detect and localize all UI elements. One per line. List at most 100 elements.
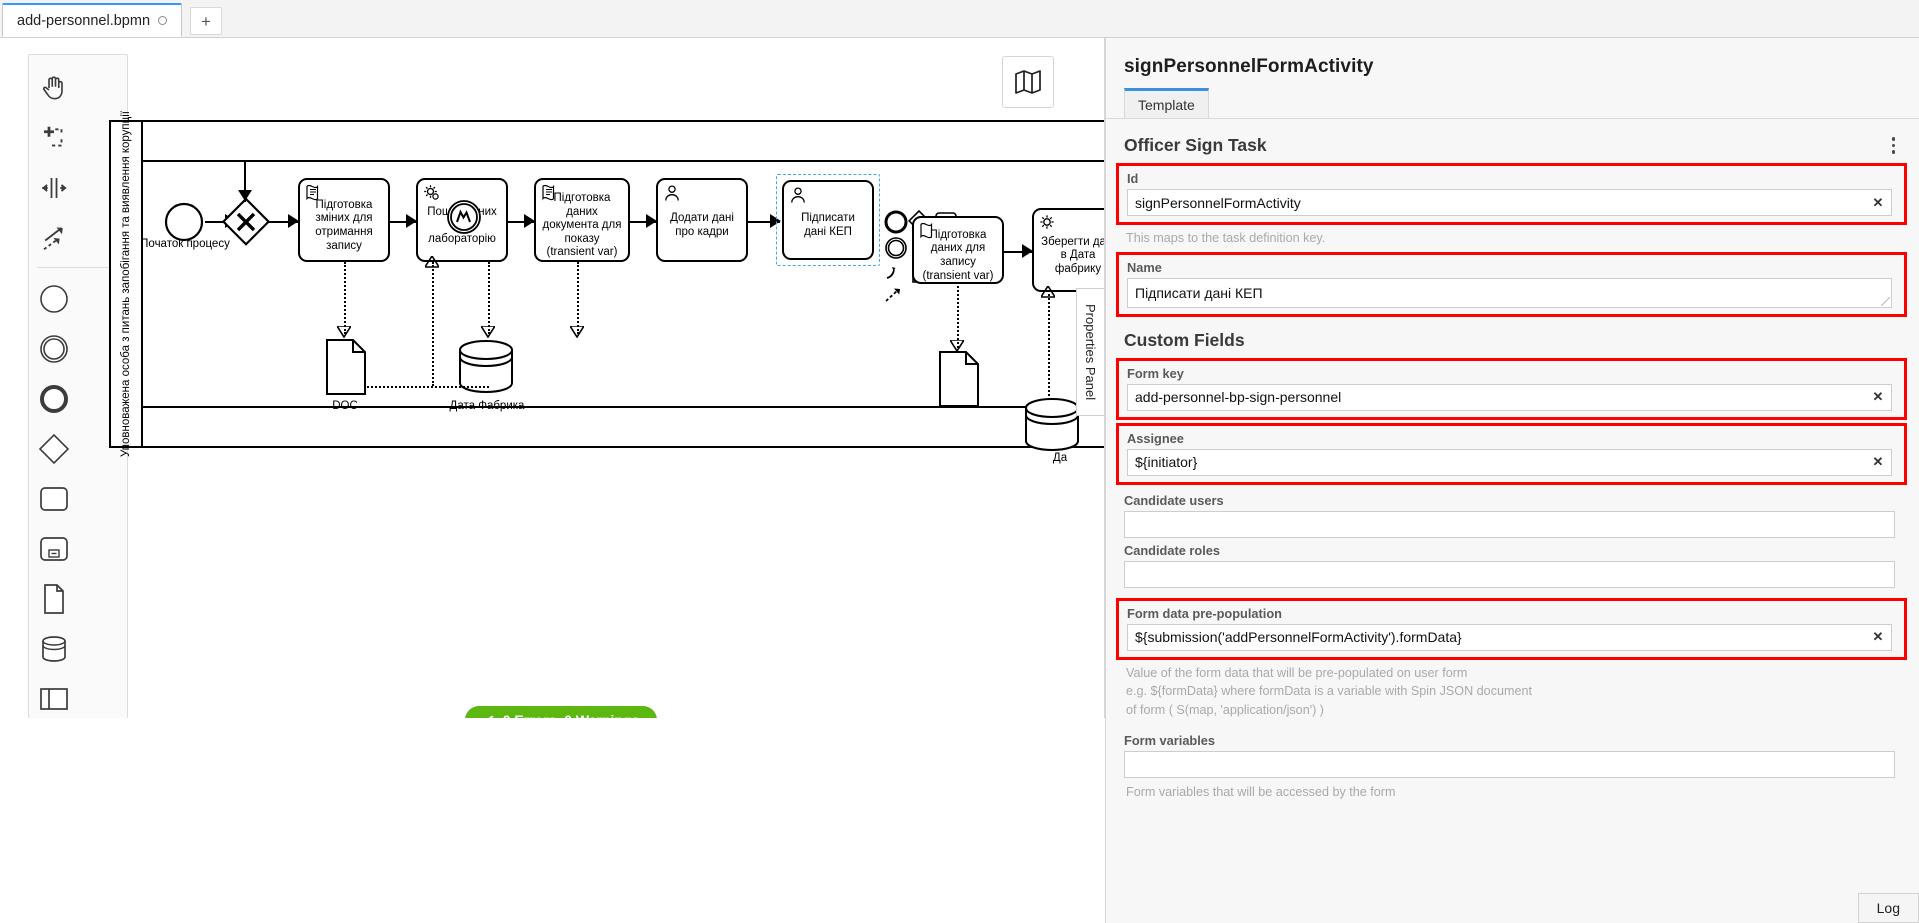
- arrow-head-down: [337, 326, 351, 338]
- data-store-right-label: Да: [1052, 452, 1068, 464]
- participant-icon[interactable]: [29, 674, 79, 718]
- data-object-right[interactable]: [938, 350, 980, 408]
- context-pad-append-icon[interactable]: [882, 284, 908, 306]
- field-form-data-prepopulation-clear-icon[interactable]: ✕: [1865, 629, 1891, 645]
- context-pad-end-event-icon[interactable]: [884, 210, 908, 234]
- start-event[interactable]: [163, 201, 205, 243]
- field-form-key-clear-icon[interactable]: ✕: [1865, 389, 1891, 405]
- map-icon: [1015, 70, 1041, 94]
- kebab-menu-icon[interactable]: [1891, 137, 1895, 154]
- task-prepare-doc-data[interactable]: Підготовка даних документа для показу (t…: [534, 178, 630, 262]
- field-form-variables-label: Form variables: [1124, 733, 1216, 749]
- context-pad-connect-icon[interactable]: [882, 262, 908, 284]
- association-db2-t7: [1048, 294, 1050, 400]
- field-form-data-prepopulation-value: ${submission('addPersonnelFormActivity')…: [1135, 629, 1462, 646]
- field-form-data-prepopulation-input[interactable]: ${submission('addPersonnelFormActivity')…: [1127, 623, 1892, 651]
- data-object-doc-label: DOC: [332, 400, 358, 412]
- file-tab-label: add-personnel.bpmn: [17, 12, 151, 29]
- file-tab-add-personnel[interactable]: add-personnel.bpmn: [2, 3, 183, 37]
- field-name[interactable]: Name Підписати дані КЕП: [1116, 251, 1907, 317]
- tab-template[interactable]: Template: [1124, 88, 1209, 118]
- task-label: Зберегти дані в Дата фабрику: [1041, 235, 1105, 275]
- field-name-resize-handle[interactable]: [1881, 296, 1890, 306]
- intermediate-event-icon[interactable]: [29, 324, 79, 374]
- start-event-icon[interactable]: [29, 274, 79, 324]
- editor-tab-bar: add-personnel.bpmn +: [0, 0, 1919, 38]
- palette-divider: [37, 267, 119, 268]
- field-assignee-input[interactable]: ${initiator} ✕: [1127, 448, 1892, 476]
- service-task-icon: [424, 185, 439, 200]
- service-task-icon: [1040, 215, 1054, 229]
- data-store-icon[interactable]: [29, 624, 79, 674]
- field-form-variables-help: Form variables that will be accessed by …: [1126, 785, 1396, 800]
- properties-panel: signPersonnelFormActivity Template Offic…: [1105, 38, 1919, 923]
- data-object-icon[interactable]: [29, 574, 79, 624]
- field-form-variables[interactable]: Form variables: [1106, 728, 1919, 779]
- data-store-right[interactable]: [1022, 396, 1084, 454]
- task-label: Підготовка даних документа для показу (t…: [542, 192, 622, 259]
- association-vertical-mid: [432, 262, 434, 386]
- field-candidate-roles-input[interactable]: [1124, 560, 1895, 588]
- properties-tabs[interactable]: Template: [1106, 88, 1919, 119]
- global-connect-tool-icon[interactable]: [29, 213, 79, 263]
- association-t1-doc: [344, 262, 346, 334]
- field-candidate-users[interactable]: Candidate users: [1106, 488, 1919, 538]
- unsaved-indicator-icon: [158, 16, 168, 25]
- task-label: Додати дані про кадри: [670, 212, 734, 238]
- hand-tool-icon[interactable]: [29, 63, 79, 113]
- new-tab-label: +: [201, 11, 211, 31]
- pool-header: Уповноважена особа з питань запобігання …: [111, 111, 143, 457]
- field-id[interactable]: Id signPersonnelFormActivity ✕: [1116, 163, 1907, 225]
- arrow-head-down: [481, 326, 495, 338]
- log-button-label: Log: [1876, 900, 1900, 916]
- exclusive-gateway-icon[interactable]: [29, 424, 79, 474]
- validation-status-badge: ✔ 0 Errors, 0 Warnings: [465, 706, 658, 719]
- task-sign-data-kep[interactable]: Підписати дані КЕП: [782, 180, 874, 260]
- context-pad-intermediate-event-icon[interactable]: [884, 236, 908, 260]
- user-task-icon: [665, 185, 679, 201]
- task-add-personnel-data[interactable]: Додати дані про кадри: [656, 178, 748, 262]
- field-name-label: Name: [1127, 259, 1162, 275]
- task-prepare-record-data[interactable]: Підготовка даних для запису (transient v…: [912, 216, 1004, 284]
- field-id-input[interactable]: signPersonnelFormActivity ✕: [1127, 189, 1892, 216]
- field-assignee[interactable]: Assignee ${initiator} ✕: [1116, 422, 1907, 485]
- minimap-toggle-button[interactable]: [1002, 56, 1054, 108]
- field-assignee-label: Assignee: [1127, 430, 1184, 446]
- task-prepare-vars[interactable]: Підготовка зміних для отримання запису: [298, 178, 390, 262]
- exclusive-gateway[interactable]: [222, 198, 270, 246]
- field-form-data-prepopulation-help2: e.g. ${formData} where formData is a var…: [1126, 684, 1532, 699]
- end-event-icon[interactable]: [29, 374, 79, 424]
- field-name-value: Підписати дані КЕП: [1135, 284, 1263, 301]
- field-form-key[interactable]: Form key add-personnel-bp-sign-personnel…: [1116, 357, 1907, 420]
- check-icon: ✔: [483, 712, 495, 719]
- field-name-input[interactable]: Підписати дані КЕП: [1127, 277, 1892, 308]
- field-form-variables-input[interactable]: [1124, 751, 1895, 779]
- boundary-error-event[interactable]: [445, 198, 483, 236]
- properties-panel-handle[interactable]: Properties Panel: [1076, 288, 1104, 416]
- properties-panel-title: signPersonnelFormActivity: [1124, 56, 1374, 77]
- space-tool-icon[interactable]: [29, 163, 79, 213]
- lasso-tool-icon[interactable]: [29, 113, 79, 163]
- subprocess-icon[interactable]: [29, 524, 79, 574]
- field-id-clear-icon[interactable]: ✕: [1865, 195, 1891, 211]
- task-icon[interactable]: [29, 474, 79, 524]
- field-form-data-prepopulation[interactable]: Form data pre-population ${submission('a…: [1116, 597, 1907, 660]
- field-candidate-roles-label: Candidate roles: [1124, 542, 1221, 558]
- field-id-label: Id: [1127, 171, 1139, 186]
- data-object-doc[interactable]: [325, 338, 367, 396]
- start-event-label: Початок процесу: [140, 238, 230, 250]
- new-tab-button[interactable]: +: [190, 7, 223, 35]
- task-save-to-data-factory[interactable]: Зберегти дані в Дата фабрику: [1032, 208, 1105, 292]
- bpmn-canvas[interactable]: Уповноважена особа з питань запобігання …: [0, 38, 1105, 718]
- field-id-help: This maps to the task definition key.: [1126, 231, 1326, 245]
- field-form-key-value: add-personnel-bp-sign-personnel: [1135, 389, 1342, 406]
- tab-template-label: Template: [1138, 96, 1195, 113]
- field-assignee-clear-icon[interactable]: ✕: [1865, 454, 1891, 470]
- field-candidate-users-input[interactable]: [1124, 510, 1895, 538]
- association-t3-doc: [577, 262, 579, 334]
- flow-loopback-horizontal: [244, 160, 979, 162]
- arrow-head-down: [238, 190, 252, 201]
- log-button[interactable]: Log: [1857, 893, 1919, 923]
- field-candidate-roles[interactable]: Candidate roles: [1106, 538, 1919, 588]
- field-form-key-input[interactable]: add-personnel-bp-sign-personnel ✕: [1127, 383, 1892, 411]
